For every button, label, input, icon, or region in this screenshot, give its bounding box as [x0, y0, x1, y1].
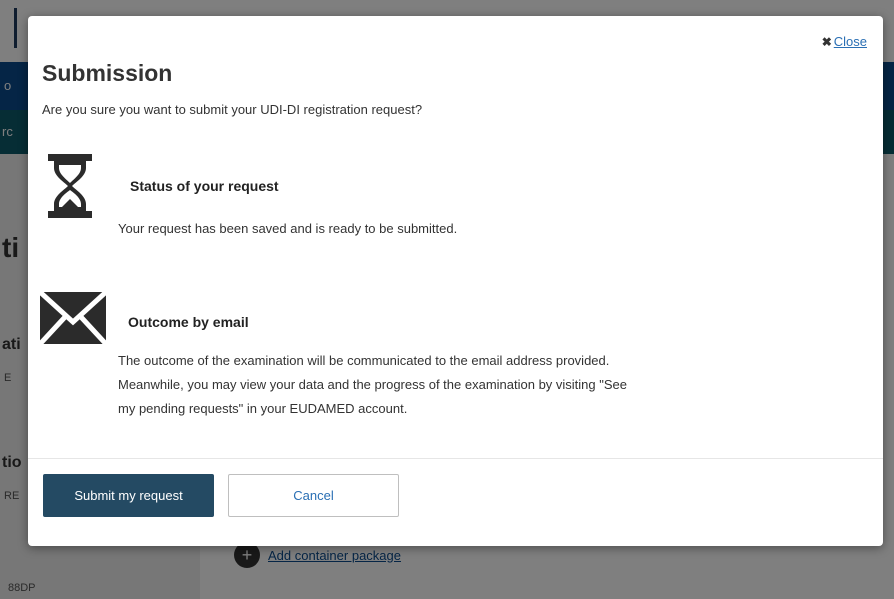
status-heading: Status of your request — [130, 178, 279, 194]
status-text: Your request has been saved and is ready… — [118, 221, 458, 236]
dialog-question: Are you sure you want to submit your UDI… — [42, 102, 423, 117]
dialog-title: Submission — [42, 60, 173, 86]
submit-request-button[interactable]: Submit my request — [43, 474, 214, 517]
close-label: Close — [833, 34, 867, 49]
outcome-text-line: The outcome of the examination will be c… — [118, 353, 610, 368]
submission-dialog: ✖ Close Submission Are you sure you want… — [28, 16, 883, 546]
hourglass-icon — [48, 154, 92, 218]
close-button[interactable]: ✖ Close — [822, 34, 867, 49]
envelope-icon — [40, 292, 106, 344]
footer-divider — [28, 458, 883, 459]
close-icon: ✖ — [821, 34, 832, 49]
outcome-heading: Outcome by email — [128, 314, 249, 330]
outcome-text-line: Meanwhile, you may view your data and th… — [118, 377, 627, 392]
cancel-button[interactable]: Cancel — [228, 474, 399, 517]
outcome-text-line: my pending requests" in your EUDAMED acc… — [118, 401, 408, 416]
